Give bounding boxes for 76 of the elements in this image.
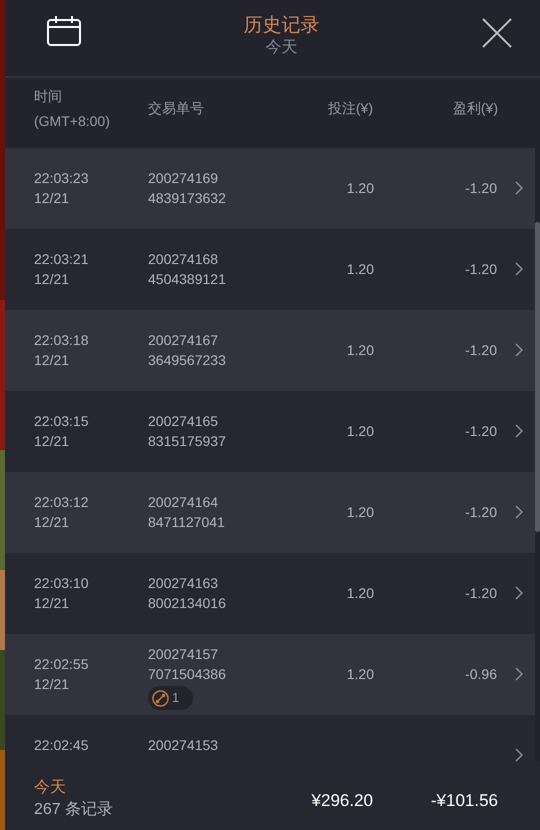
order-number: 200274169 — [148, 169, 218, 188]
stake-amount: 1.20 — [346, 260, 374, 279]
time-text: 22:03:21 — [34, 250, 88, 269]
badge-count: 1 — [172, 689, 180, 707]
record-row[interactable]: 22:03:15 12/21 200274165 8315175937 1.20 -1.20 — [5, 391, 535, 472]
profit-amount: -1.20 — [465, 341, 497, 360]
profit-amount: -1.20 — [465, 584, 497, 603]
compass-icon — [152, 690, 169, 706]
order-number: 8315175937 — [148, 432, 226, 451]
chevron-right-icon — [515, 586, 523, 600]
column-header: 投注(¥) — [328, 99, 373, 118]
order-number: 4839173632 — [148, 189, 226, 208]
time-text: 22:03:15 — [34, 412, 88, 431]
stake-amount: 1.20 — [346, 584, 374, 603]
stake-total: ¥296.20 — [312, 790, 373, 812]
order-number: 3649567233 — [148, 351, 226, 370]
date-text: 12/21 — [34, 675, 70, 694]
date-text: 12/21 — [34, 270, 70, 289]
header-title: 历史记录 — [244, 14, 320, 38]
record-row[interactable]: 22:03:10 12/21 200274163 8002134016 1.20 -1.20 — [5, 553, 535, 634]
chevron-right-icon — [515, 181, 523, 195]
column-header: 交易单号 — [148, 99, 204, 118]
chevron-right-icon — [515, 748, 523, 762]
date-text: 12/21 — [34, 189, 70, 208]
scrollbar[interactable] — [535, 222, 540, 532]
stake-amount: 1.20 — [346, 179, 374, 198]
order-number: 200274165 — [148, 412, 218, 431]
order-number: 8471127041 — [148, 513, 225, 532]
column-header-note: (GMT+8:00) — [34, 112, 110, 131]
profit-amount: -0.96 — [465, 665, 497, 684]
record-row[interactable]: 22:03:23 12/21 200274169 4839173632 1.20 -1.20 — [5, 148, 535, 229]
chevron-right-icon — [515, 343, 523, 357]
time-text: 22:02:45 — [34, 736, 88, 755]
chevron-right-icon — [515, 667, 523, 681]
time-text: 22:03:23 — [34, 169, 88, 188]
close-icon[interactable] — [482, 18, 512, 48]
time-text: 22:03:12 — [34, 493, 88, 512]
stake-amount: 1.20 — [346, 422, 374, 441]
chevron-right-icon — [515, 505, 523, 519]
stake-amount: 1.20 — [346, 665, 374, 684]
column-header: 盈利(¥) — [452, 99, 498, 118]
date-text: 12/21 — [34, 513, 70, 532]
profit-amount: -1.20 — [465, 422, 497, 441]
order-number: 200274163 — [148, 574, 218, 593]
profit-amount: -1.20 — [465, 260, 497, 279]
date-text: 12/21 — [34, 432, 70, 451]
chevron-right-icon — [515, 424, 523, 438]
date-text: 12/21 — [34, 351, 70, 370]
header-subtitle: 今天 — [266, 38, 298, 58]
column-header: 时间 — [34, 87, 62, 106]
stake-amount: 1.20 — [346, 503, 374, 522]
record-row[interactable]: 22:03:12 12/21 200274164 8471127041 1.20 -1.20 — [5, 472, 535, 553]
order-number: 8002134016 — [148, 594, 226, 613]
order-number: 200274157 — [148, 645, 218, 664]
order-number: 200274168 — [148, 250, 218, 269]
record-row[interactable]: 22:03:18 12/21 200274167 3649567233 1.20 -1.20 — [5, 310, 535, 391]
profit-amount: -1.20 — [465, 179, 497, 198]
profit-amount: -1.20 — [465, 503, 497, 522]
stake-amount: 1.20 — [346, 341, 374, 360]
profit-total: -¥101.56 — [430, 790, 498, 812]
order-number: 200274153 — [148, 736, 218, 755]
order-number: 4504389121 — [148, 270, 226, 289]
record-count: 267 条记录 — [34, 800, 114, 820]
record-row[interactable]: 22:03:21 12/21 200274168 4504389121 1.20 -1.20 — [5, 229, 535, 310]
time-text: 22:03:10 — [34, 574, 88, 593]
time-text: 22:02:55 — [34, 655, 88, 674]
order-number: 200274164 — [148, 493, 218, 512]
order-number: 200274167 — [148, 331, 218, 350]
record-row[interactable]: 22:02:55 12/21 200274157 7071504386 1 1.20 -0.96 — [5, 634, 535, 715]
record-row[interactable]: 22:02:45 200274153 — [5, 715, 535, 762]
summary-label: 今天 — [34, 778, 66, 798]
order-number: 7071504386 — [148, 665, 226, 684]
date-text: 12/21 — [34, 594, 70, 613]
time-text: 22:03:18 — [34, 331, 88, 350]
calendar-icon[interactable] — [47, 16, 81, 46]
chevron-right-icon — [515, 262, 523, 276]
